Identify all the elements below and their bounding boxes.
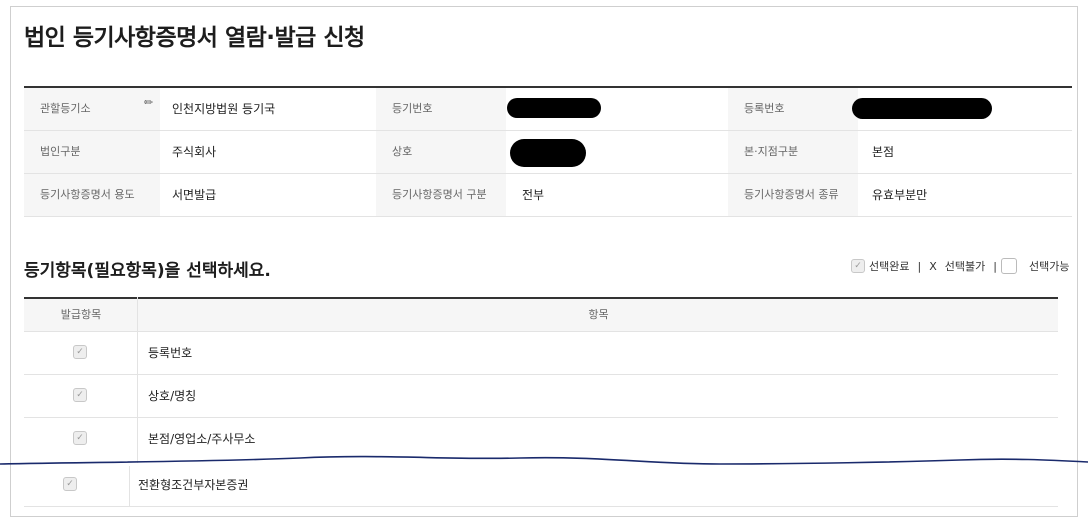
check-icon: ✓ [851,259,865,273]
branch-type-label: 본·지점구분 [728,131,858,173]
info-row-1: 관할등기소 ✏ 인천지방법원 등기국 등기번호 등록번호 [24,88,1072,131]
item-checkbox[interactable]: ✓ [73,388,87,402]
branch-type-value: 본점 [872,145,895,159]
registry-office-label: 관할등기소 [24,88,160,130]
legend-separator: | [993,259,997,273]
trade-name-label: 상호 [376,131,506,173]
cert-type-value: 전부 [522,188,545,202]
table-row: ✓ 등록번호 [24,332,1058,375]
items-table-header: 발급항목 항목 [24,299,1058,332]
cert-kind-value: 유효부분만 [872,188,928,202]
registry-office-value: 인천지방법원 등기국 [172,102,276,116]
table-row: ✓ 전환형조건부자본증권 [24,466,1058,507]
legend-unavailable: 선택불가 [944,260,986,273]
trade-name-redaction [510,139,586,167]
registration-number-label: 등록번호 [728,88,858,130]
legend-available: 선택가능 [1028,260,1070,273]
column-divider [137,297,138,463]
usage-value: 서면발급 [172,188,217,202]
usage-label: 등기사항증명서 용도 [24,174,160,216]
page-title: 법인 등기사항증명서 열람·발급 신청 [24,25,365,51]
table-row: ✓ 상호/명칭 [24,375,1058,418]
item-name: 등록번호 [148,346,193,360]
col-item-header: 항목 [588,308,609,321]
item-name: 상호/명칭 [148,389,197,403]
item-checkbox[interactable]: ✓ [73,431,87,445]
legend-separator: | [917,259,922,273]
corp-type-value: 주식회사 [172,145,217,159]
legend-done: 선택완료 [869,260,910,273]
reg-number-label: 등기번호 [376,88,506,130]
selection-legend: ✓ 선택완료 | X 선택불가 | 선택가능 [851,258,1073,274]
corp-type-label: 법인구분 [24,131,160,173]
item-checkbox[interactable]: ✓ [73,345,87,359]
col-issue-header: 발급항목 [60,308,102,321]
registration-number-redaction [852,98,992,119]
reg-number-redaction [507,98,601,118]
info-table: 관할등기소 ✏ 인천지방법원 등기국 등기번호 등록번호 법인구분 주식회사 상… [24,86,1072,217]
cert-kind-label: 등기사항증명서 종류 [728,174,858,216]
info-row-3: 등기사항증명서 용도 서면발급 등기사항증명서 구분 전부 등기사항증명서 종류… [24,174,1072,217]
column-divider [129,466,130,506]
items-table: 발급항목 항목 ✓ 등록번호 ✓ 상호/명칭 ✓ 본점/영업소/주사무소 [24,297,1058,460]
info-row-2: 법인구분 주식회사 상호 본·지점구분 본점 [24,131,1072,174]
section-title: 등기항목(필요항목)을 선택하세요. [24,261,271,281]
legend-x: X [929,259,937,273]
pencil-icon[interactable]: ✏ [144,96,153,109]
item-name: 전환형조건부자본증권 [138,478,249,492]
cert-type-label: 등기사항증명서 구분 [376,174,506,216]
item-checkbox[interactable]: ✓ [63,477,77,491]
empty-checkbox-icon [1000,258,1017,274]
